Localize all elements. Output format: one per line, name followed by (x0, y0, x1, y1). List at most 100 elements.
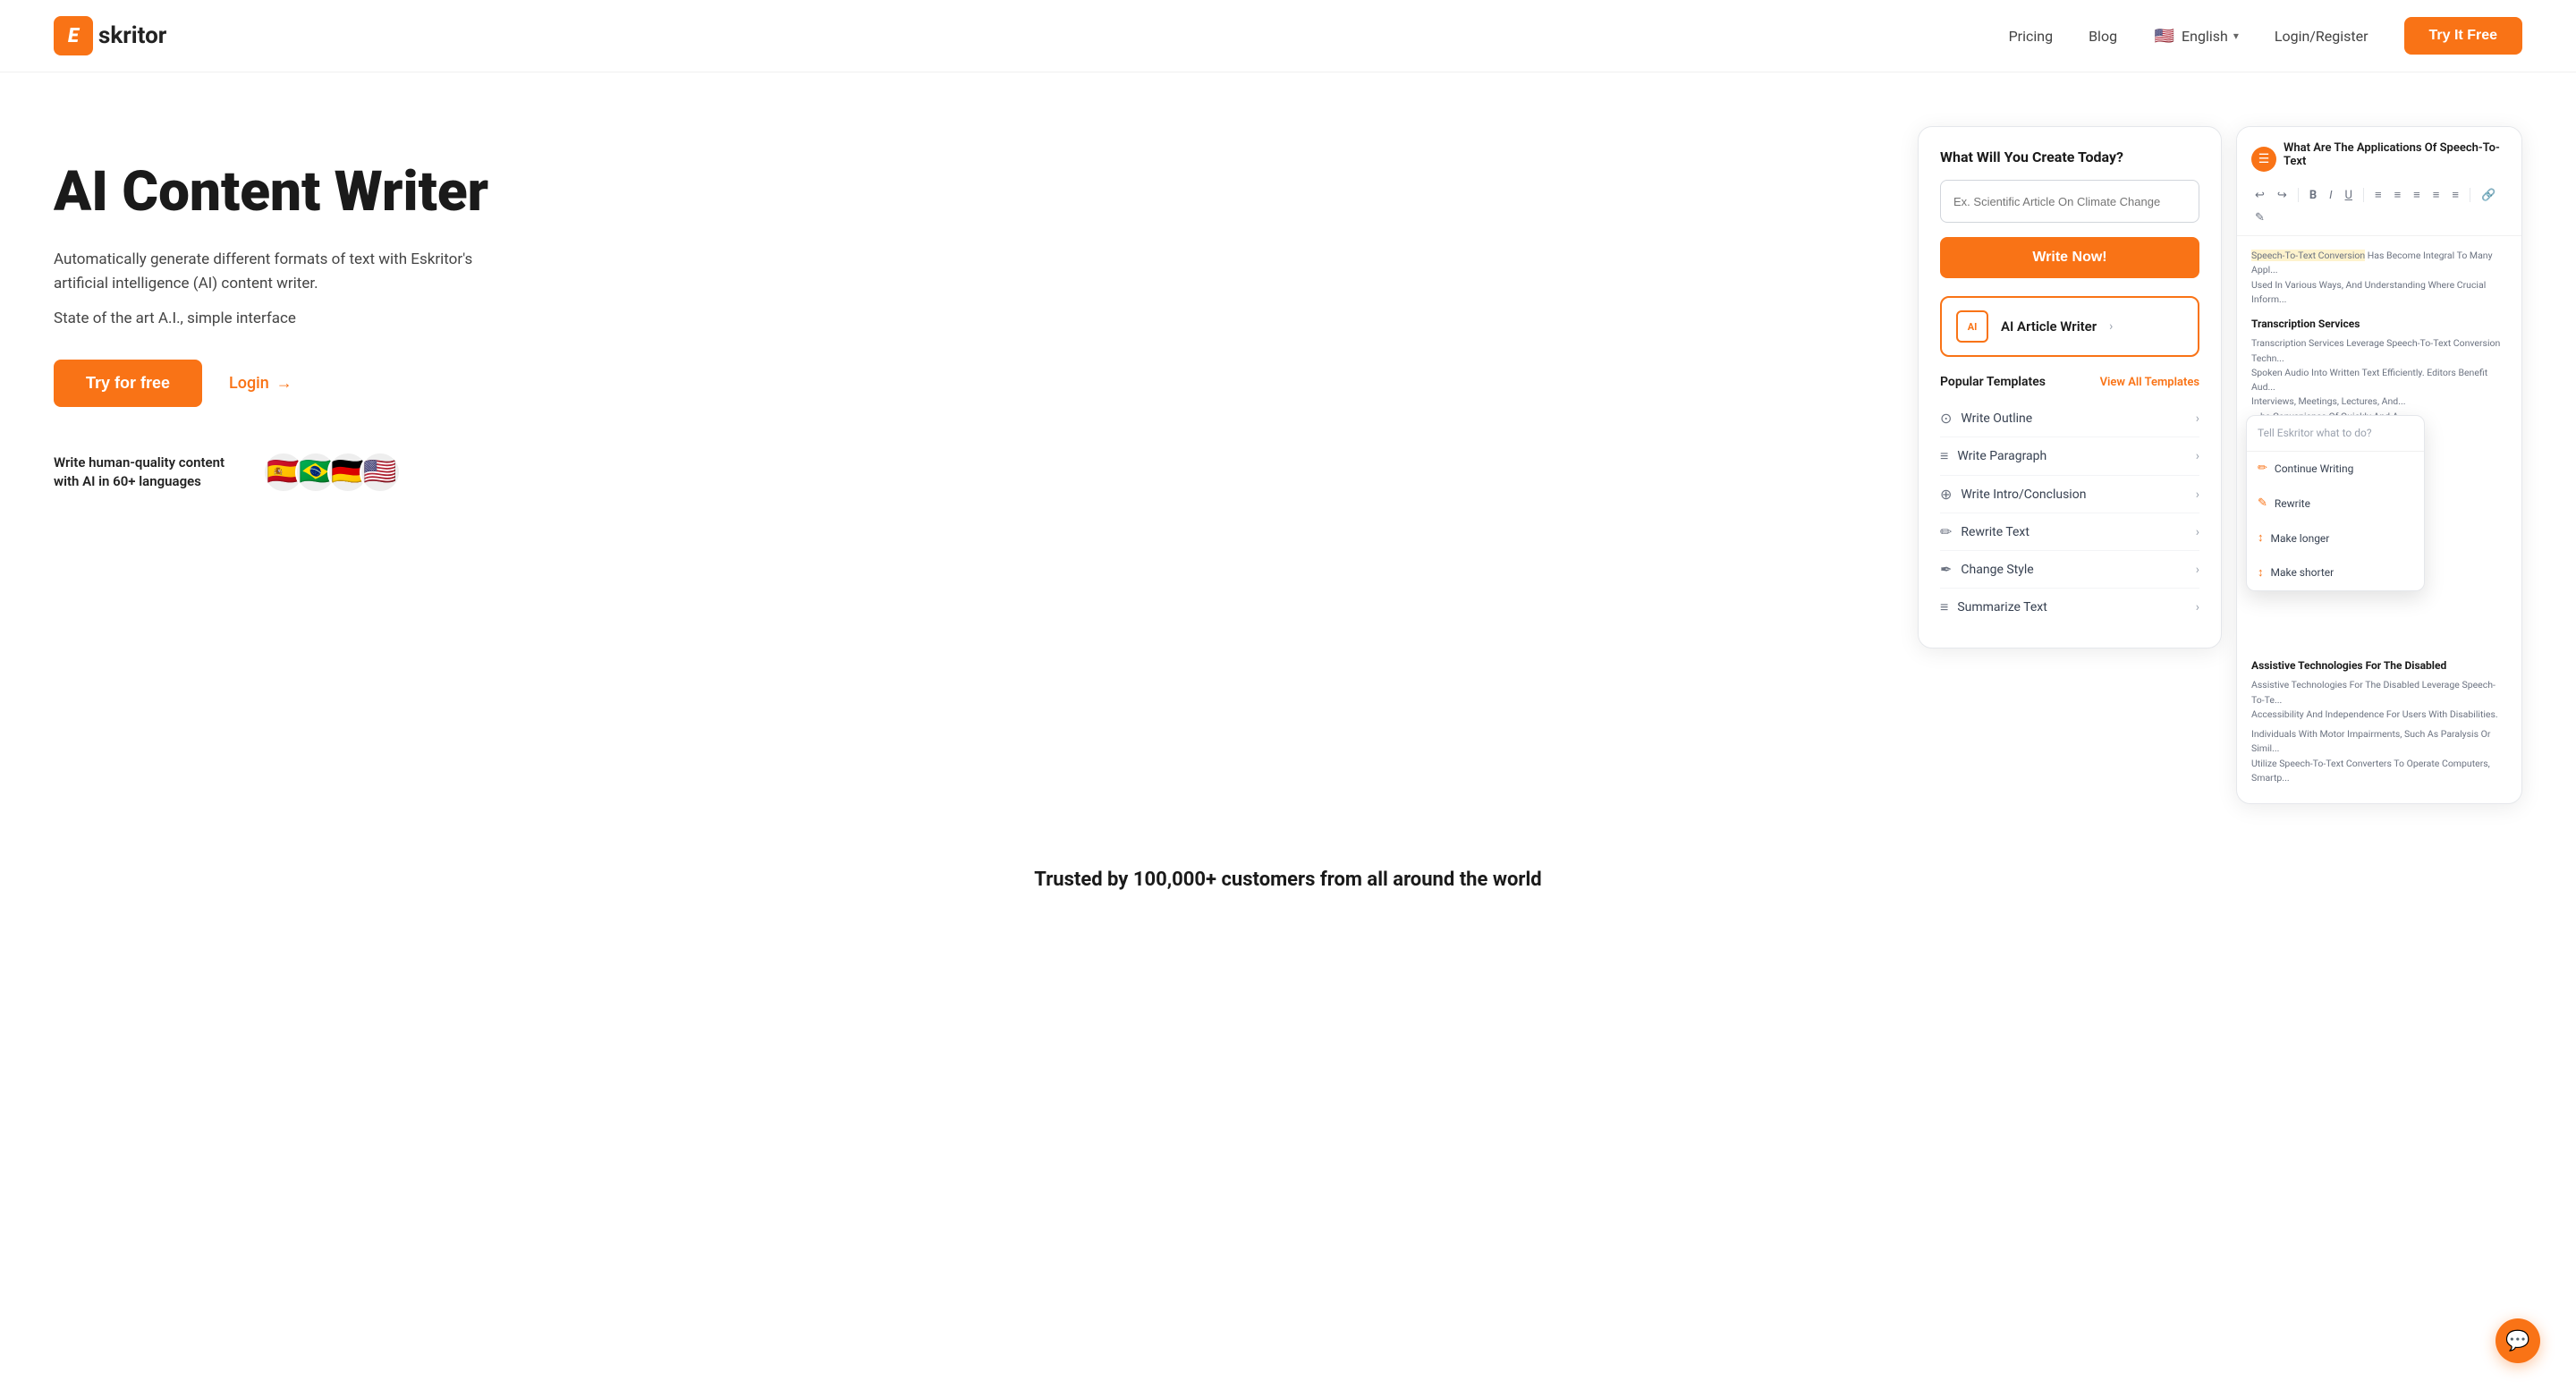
editor-title: What Are The Applications Of Speech-To-T… (2284, 141, 2507, 168)
write-now-button[interactable]: Write Now! (1940, 237, 2199, 278)
editor-toolbar: ↩ ↪ B I U ≡ ≡ ≡ ≡ ≡ 🔗 ✎ (2251, 186, 2507, 226)
template-label: Rewrite Text (1961, 525, 2029, 539)
continue-writing-label: Continue Writing (2275, 461, 2353, 478)
chevron-right-icon: › (2109, 319, 2113, 334)
hero-languages: Write human-quality content with AI in 6… (54, 452, 519, 493)
topic-input[interactable] (1940, 180, 2199, 223)
summarize-icon: ≡ (1940, 598, 1948, 616)
view-all-templates-link[interactable]: View All Templates (2100, 376, 2199, 389)
align-center-button[interactable]: ≡ (2429, 186, 2444, 204)
rewrite-option[interactable]: ✎ Rewrite (2247, 487, 2424, 521)
section1-title: Transcription Services (2251, 316, 2507, 333)
bold-button[interactable]: B (2306, 187, 2320, 204)
section2-text2: Individuals With Motor Impairments, Such… (2251, 727, 2507, 785)
make-shorter-label: Make shorter (2271, 564, 2334, 581)
flag-us-icon: 🇺🇸 (2153, 24, 2176, 47)
underline-button[interactable]: U (2342, 187, 2356, 204)
undo-button[interactable]: ↩ (2251, 187, 2268, 204)
chevron-right-icon: › (2196, 600, 2199, 614)
ai-article-label: AI Article Writer (2001, 318, 2097, 335)
header: E skritor Pricing Blog 🇺🇸 English ▾ Logi… (0, 0, 2576, 72)
editor-header: ☰ What Are The Applications Of Speech-To… (2237, 127, 2521, 236)
chat-bubble[interactable]: 💬 (2496, 1318, 2540, 1363)
continue-writing-icon: ✏ (2258, 460, 2267, 479)
edit-button[interactable]: ✎ (2251, 209, 2268, 226)
make-longer-icon: ↕ (2258, 530, 2264, 548)
chevron-right-icon: › (2196, 487, 2199, 502)
logo-icon: E (54, 16, 93, 55)
section2-text1: Assistive Technologies For The Disabled … (2251, 678, 2507, 722)
templates-section: Popular Templates View All Templates ⊙ W… (1940, 375, 2199, 626)
template-label: Write Paragraph (1957, 449, 2046, 463)
align-right-button[interactable]: ≡ (2448, 186, 2462, 204)
rewrite-label: Rewrite (2275, 496, 2310, 513)
ai-input[interactable]: Tell Eskritor what to do? (2247, 416, 2424, 452)
section2-title: Assistive Technologies For The Disabled (2251, 657, 2507, 674)
make-longer-option[interactable]: ↕ Make longer (2247, 521, 2424, 556)
chevron-right-icon: › (2196, 449, 2199, 463)
main-nav: Pricing Blog 🇺🇸 English ▾ Login/Register… (2009, 17, 2522, 55)
card1-title: What Will You Create Today? (1940, 148, 2199, 165)
content-writer-card: What Will You Create Today? Write Now! A… (1918, 126, 2222, 648)
languages-text: Write human-quality content with AI in 6… (54, 453, 250, 491)
template-write-paragraph[interactable]: ≡ Write Paragraph › (1940, 437, 2199, 476)
popular-templates-title: Popular Templates (1940, 375, 2046, 389)
write-outline-icon: ⊙ (1940, 410, 1952, 427)
make-shorter-icon: ↕ (2258, 564, 2264, 583)
template-summarize[interactable]: ≡ Summarize Text › (1940, 589, 2199, 626)
italic-button[interactable]: I (2326, 187, 2335, 204)
write-intro-icon: ⊕ (1940, 486, 1952, 503)
list2-button[interactable]: ≡ (2391, 186, 2405, 204)
list-button[interactable]: ≡ (2371, 186, 2385, 204)
logo-text: skritor (98, 22, 166, 49)
template-label: Summarize Text (1957, 600, 2046, 614)
trusted-text: Trusted by 100,000+ customers from all a… (1034, 869, 1541, 891)
template-write-intro[interactable]: ⊕ Write Intro/Conclusion › (1940, 476, 2199, 513)
ai-article-box[interactable]: AI AI Article Writer › (1940, 296, 2199, 357)
hero-left: AI Content Writer Automatically generate… (54, 126, 519, 493)
login-link[interactable]: Login → (229, 374, 292, 393)
change-style-icon: ✒ (1940, 561, 1952, 578)
editor-body: Speech-To-Text Conversion Has Become Int… (2237, 236, 2521, 803)
template-label: Write Intro/Conclusion (1961, 487, 2086, 502)
rewrite-icon: ✎ (2258, 495, 2267, 513)
ai-dropdown: Tell Eskritor what to do? ✏ Continue Wri… (2246, 415, 2425, 591)
trusted-section: Trusted by 100,000+ customers from all a… (0, 840, 2576, 909)
template-label: Write Outline (1961, 411, 2032, 426)
editor-intro: Speech-To-Text Conversion Has Become Int… (2251, 249, 2507, 307)
make-longer-label: Make longer (2271, 530, 2330, 547)
hero-description: Automatically generate different formats… (54, 248, 519, 296)
template-label: Change Style (1961, 563, 2033, 577)
hero-subtitle: State of the art A.I., simple interface (54, 309, 519, 327)
template-rewrite-text[interactable]: ✏ Rewrite Text › (1940, 513, 2199, 551)
language-selector[interactable]: 🇺🇸 English ▾ (2153, 24, 2239, 47)
chevron-right-icon: › (2196, 411, 2199, 426)
hero-right: What Will You Create Today? Write Now! A… (1918, 126, 2522, 804)
try-it-free-button[interactable]: Try It Free (2404, 17, 2522, 55)
rewrite-text-icon: ✏ (1940, 523, 1952, 540)
nav-pricing[interactable]: Pricing (2009, 28, 2054, 45)
align-left-button[interactable]: ≡ (2410, 186, 2424, 204)
nav-login-register[interactable]: Login/Register (2275, 28, 2368, 45)
menu-icon: ☰ (2251, 147, 2276, 172)
hero-section: AI Content Writer Automatically generate… (0, 72, 2576, 840)
continue-writing-option[interactable]: ✏ Continue Writing (2247, 452, 2424, 487)
template-write-outline[interactable]: ⊙ Write Outline › (1940, 400, 2199, 437)
link-button[interactable]: 🔗 (2478, 187, 2499, 204)
arrow-right-icon: → (276, 374, 292, 393)
editor-card: ☰ What Are The Applications Of Speech-To… (2236, 126, 2522, 804)
flag-usa: 🇺🇸 (360, 452, 401, 493)
nav-blog[interactable]: Blog (2089, 28, 2117, 45)
chevron-down-icon: ▾ (2233, 30, 2239, 42)
make-shorter-option[interactable]: ↕ Make shorter (2247, 556, 2424, 591)
toolbar-separator (2363, 188, 2364, 202)
redo-button[interactable]: ↪ (2274, 187, 2291, 204)
hero-title: AI Content Writer (54, 162, 519, 223)
ai-article-icon: AI (1956, 310, 1988, 343)
logo[interactable]: E skritor (54, 16, 166, 55)
language-label: English (2182, 28, 2228, 45)
hero-buttons: Try for free Login → (54, 360, 519, 407)
chat-icon: 💬 (2505, 1330, 2529, 1352)
try-for-free-button[interactable]: Try for free (54, 360, 202, 407)
template-change-style[interactable]: ✒ Change Style › (1940, 551, 2199, 589)
